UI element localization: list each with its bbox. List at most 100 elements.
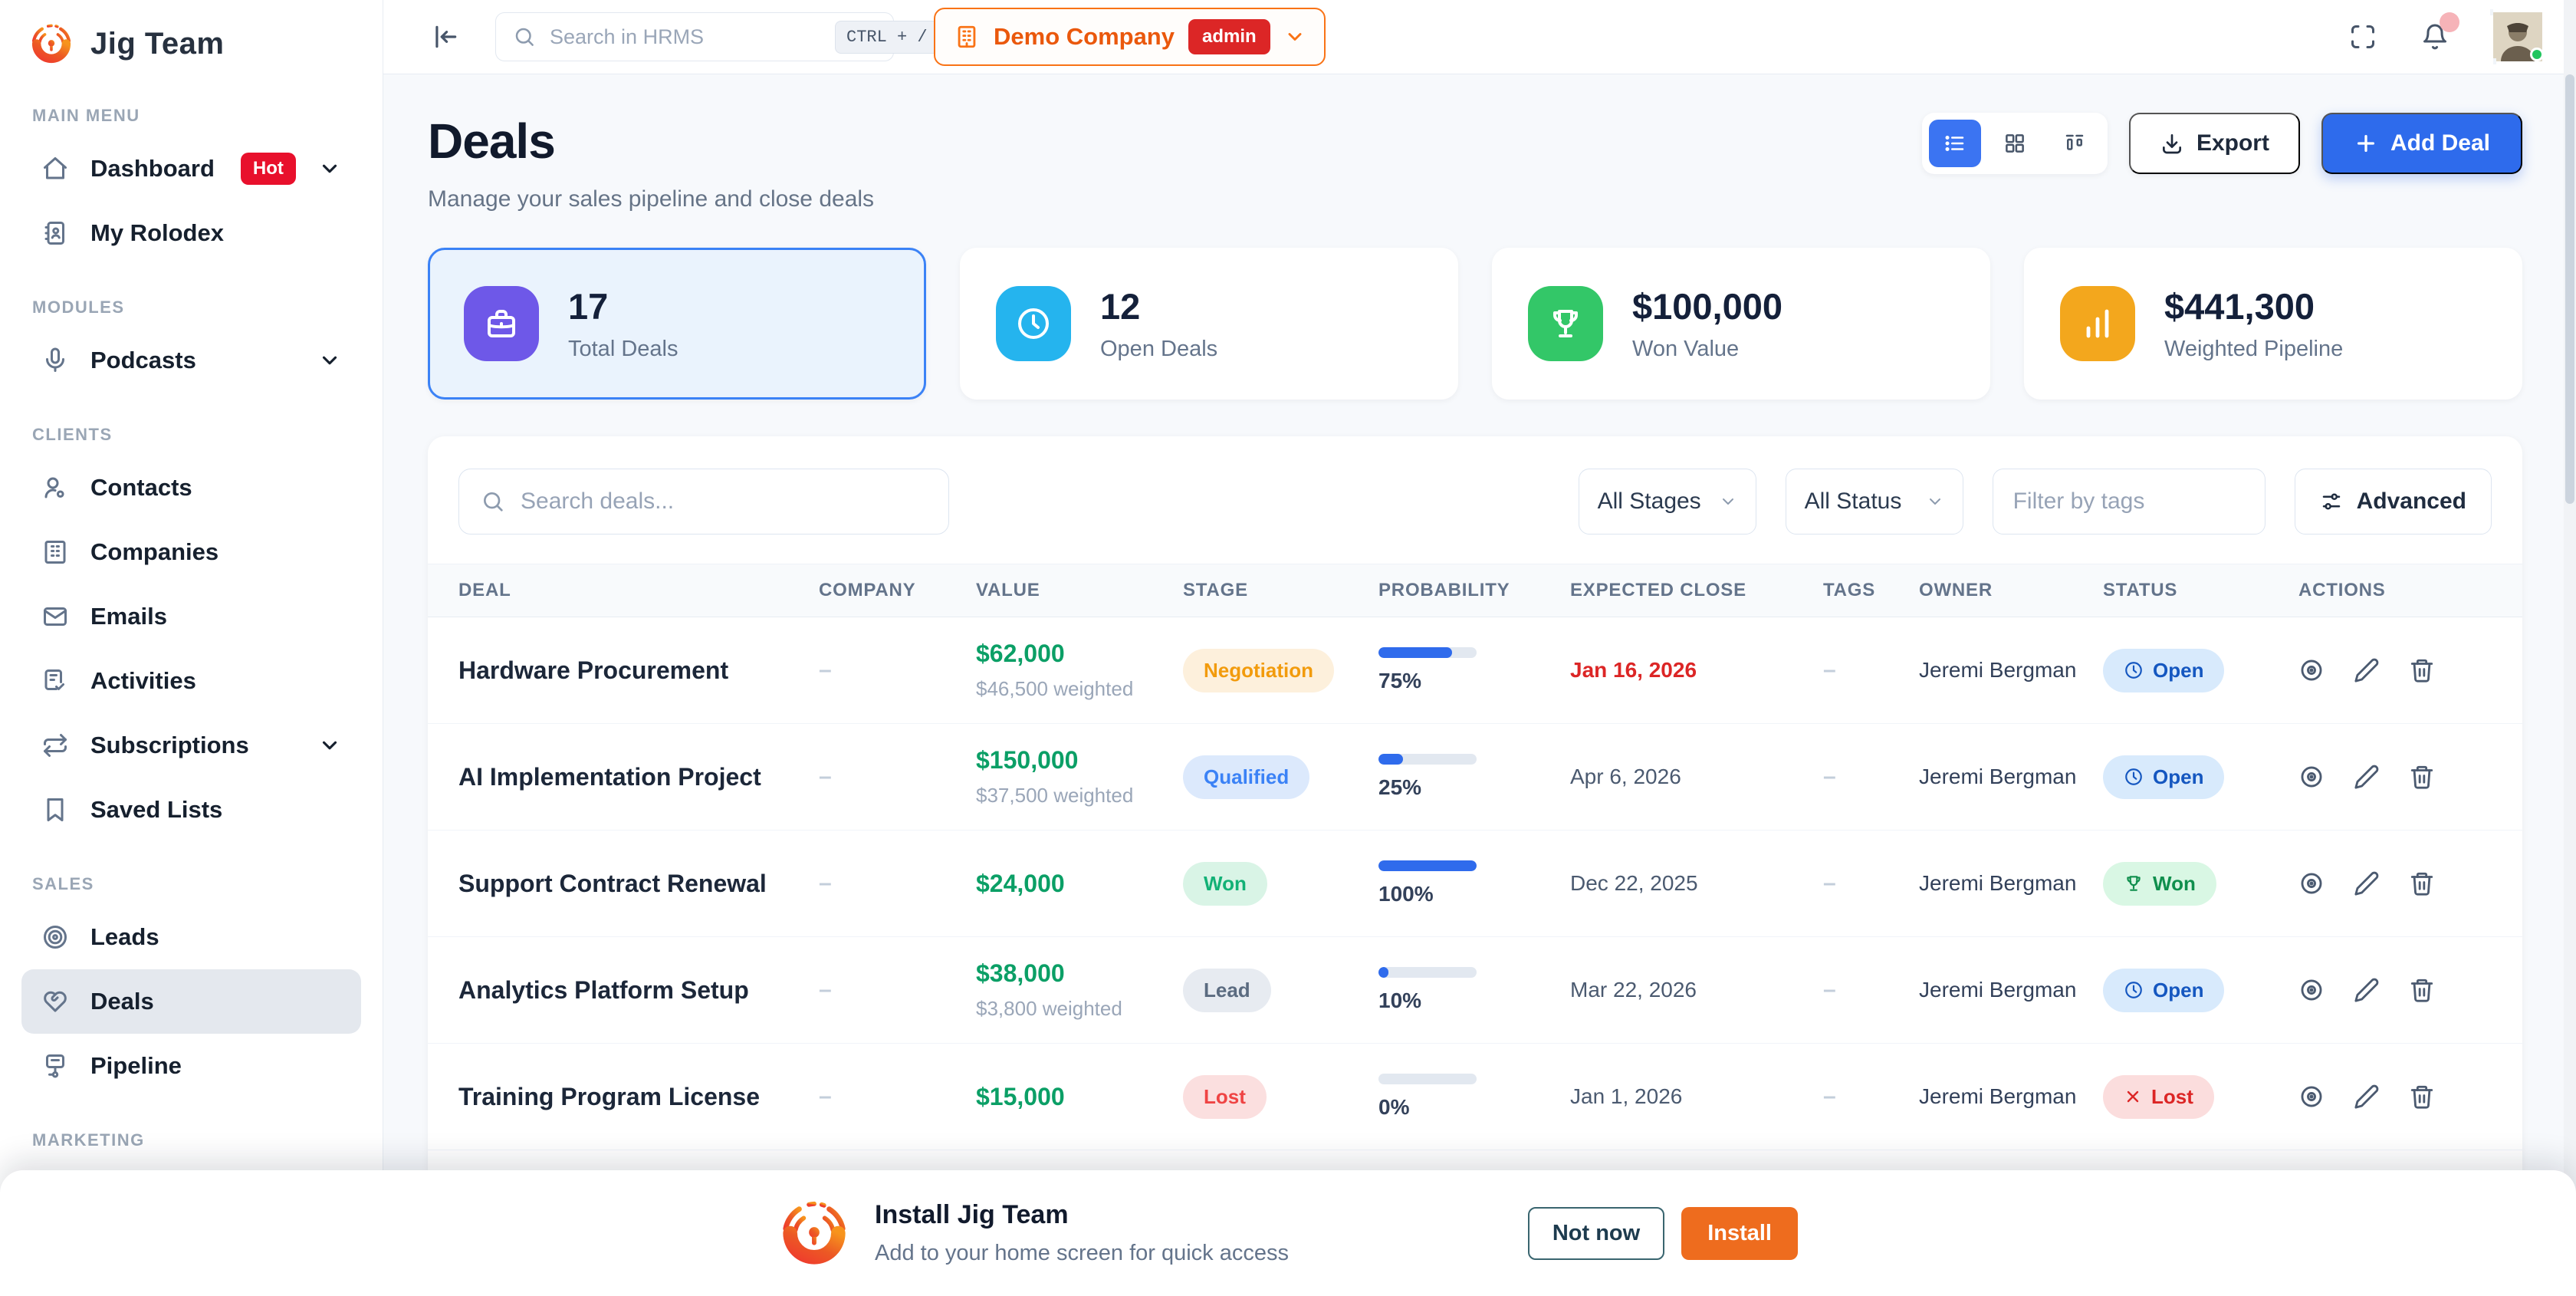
sidebar-item-podcasts[interactable]: Podcasts: [21, 328, 361, 393]
status-badge: Open: [2103, 649, 2224, 692]
deal-search[interactable]: [458, 469, 949, 535]
owner-name: Jeremi Bergman: [1919, 765, 2103, 789]
global-search[interactable]: CTRL + /: [495, 12, 894, 61]
edit-icon[interactable]: [2354, 870, 2380, 896]
notifications-bell-icon[interactable]: [2421, 23, 2449, 51]
sidebar-item-dashboard[interactable]: Dashboard Hot: [21, 137, 361, 201]
view-icon[interactable]: [2298, 1084, 2325, 1110]
stat-value: 12: [1100, 285, 1217, 327]
page-scrollbar[interactable]: [2564, 0, 2576, 1296]
chevron-down-icon: [318, 349, 341, 372]
sidebar: Jig Team MAIN MENU Dashboard Hot My Rolo…: [0, 0, 383, 1296]
grid-view-button[interactable]: [1989, 120, 2041, 167]
sidebar-item-emails[interactable]: Emails: [21, 584, 361, 649]
stat-value: 17: [568, 285, 678, 327]
advanced-filter-button[interactable]: Advanced: [2295, 469, 2492, 535]
stat-label: Won Value: [1632, 337, 1783, 362]
brand: Jig Team: [21, 15, 361, 74]
sidebar-item-subscriptions[interactable]: Subscriptions: [21, 713, 361, 778]
sidebar-collapse-icon[interactable]: [431, 22, 460, 51]
col-expected-close: EXPECTED CLOSE: [1570, 580, 1823, 601]
main-content: Deals Manage your sales pipeline and clo…: [383, 74, 2576, 1296]
bar-chart-icon: [2060, 286, 2135, 361]
global-search-input[interactable]: [550, 25, 821, 49]
add-deal-button[interactable]: Add Deal: [2321, 113, 2522, 174]
status-filter-select[interactable]: All Status: [1786, 469, 1963, 535]
delete-icon[interactable]: [2409, 764, 2435, 790]
view-icon[interactable]: [2298, 764, 2325, 790]
stat-label: Weighted Pipeline: [2164, 337, 2343, 362]
table-row[interactable]: Hardware Procurement – $62,000 $46,500 w…: [428, 617, 2522, 724]
stat-card-won-value[interactable]: $100,000 Won Value: [1492, 248, 1990, 400]
deal-name: Support Contract Renewal: [458, 870, 819, 898]
delete-icon[interactable]: [2409, 977, 2435, 1003]
probability-label: 25%: [1378, 775, 1570, 800]
deal-value: $15,000: [976, 1083, 1183, 1111]
delete-icon[interactable]: [2409, 657, 2435, 683]
view-icon[interactable]: [2298, 977, 2325, 1003]
edit-icon[interactable]: [2354, 657, 2380, 683]
chevron-down-icon: [1926, 492, 1944, 511]
sidebar-item-contacts[interactable]: Contacts: [21, 456, 361, 520]
stat-card-total-deals[interactable]: 17 Total Deals: [428, 248, 926, 400]
sidebar-item-leads[interactable]: Leads: [21, 905, 361, 969]
company-cell: –: [819, 870, 976, 896]
row-actions: [2298, 870, 2492, 896]
sidebar-item-pipeline[interactable]: Pipeline: [21, 1034, 361, 1098]
sidebar-item-label: Pipeline: [90, 1052, 182, 1080]
deal-search-input[interactable]: [521, 488, 927, 515]
rolodex-icon: [41, 219, 69, 247]
microphone-icon: [41, 347, 69, 374]
table-row[interactable]: AI Implementation Project – $150,000 $37…: [428, 724, 2522, 831]
table-row[interactable]: Support Contract Renewal – $24,000 Won 1…: [428, 831, 2522, 937]
stage-badge: Lead: [1183, 969, 1271, 1012]
probability-bar: [1378, 647, 1477, 658]
kanban-view-button[interactable]: [2049, 120, 2101, 167]
tags-filter-input[interactable]: [1993, 469, 2266, 535]
edit-icon[interactable]: [2354, 977, 2380, 1003]
probability-label: 75%: [1378, 669, 1570, 693]
expected-close-date: Jan 1, 2026: [1570, 1084, 1823, 1109]
edit-icon[interactable]: [2354, 764, 2380, 790]
table-row[interactable]: Analytics Platform Setup – $38,000 $3,80…: [428, 937, 2522, 1044]
list-view-button[interactable]: [1929, 120, 1981, 167]
stat-card-open-deals[interactable]: 12 Open Deals: [960, 248, 1458, 400]
jig-team-logo-icon: [29, 21, 74, 66]
chevron-down-icon: [318, 157, 341, 180]
sidebar-item-my-rolodex[interactable]: My Rolodex: [21, 201, 361, 265]
delete-icon[interactable]: [2409, 870, 2435, 896]
sidebar-item-companies[interactable]: Companies: [21, 520, 361, 584]
fullscreen-icon[interactable]: [2349, 23, 2377, 51]
edit-icon[interactable]: [2354, 1084, 2380, 1110]
col-owner: OWNER: [1919, 580, 2103, 601]
sidebar-item-label: Podcasts: [90, 347, 196, 374]
sidebar-item-deals[interactable]: Deals: [21, 969, 361, 1034]
export-button[interactable]: Export: [2129, 113, 2300, 174]
user-menu[interactable]: [2493, 12, 2542, 61]
pipeline-icon: [41, 1052, 69, 1080]
company-switcher-button[interactable]: Demo Company admin: [934, 8, 1326, 66]
sidebar-item-saved-lists[interactable]: Saved Lists: [21, 778, 361, 842]
view-icon[interactable]: [2298, 870, 2325, 896]
company-cell: –: [819, 764, 976, 790]
stat-card-weighted-pipeline[interactable]: $441,300 Weighted Pipeline: [2024, 248, 2522, 400]
expected-close-date: Jan 16, 2026: [1570, 658, 1823, 683]
scrollbar-thumb[interactable]: [2565, 74, 2574, 504]
owner-name: Jeremi Bergman: [1919, 871, 2103, 896]
view-icon[interactable]: [2298, 657, 2325, 683]
table-row[interactable]: Training Program License – $15,000 Lost …: [428, 1044, 2522, 1150]
probability-bar: [1378, 754, 1477, 765]
sidebar-item-activities[interactable]: Activities: [21, 649, 361, 713]
status-badge: Won: [2103, 862, 2216, 906]
status-badge: Lost: [2103, 1075, 2214, 1119]
tags-cell: –: [1823, 764, 1919, 790]
shortcut-hint: CTRL + /: [835, 21, 939, 54]
not-now-button[interactable]: Not now: [1528, 1207, 1664, 1260]
stat-label: Open Deals: [1100, 337, 1217, 362]
probability-bar: [1378, 967, 1477, 978]
stage-filter-select[interactable]: All Stages: [1579, 469, 1756, 535]
delete-icon[interactable]: [2409, 1084, 2435, 1110]
role-badge: admin: [1188, 19, 1270, 54]
install-button[interactable]: Install: [1681, 1207, 1798, 1260]
repeat-icon: [41, 732, 69, 759]
